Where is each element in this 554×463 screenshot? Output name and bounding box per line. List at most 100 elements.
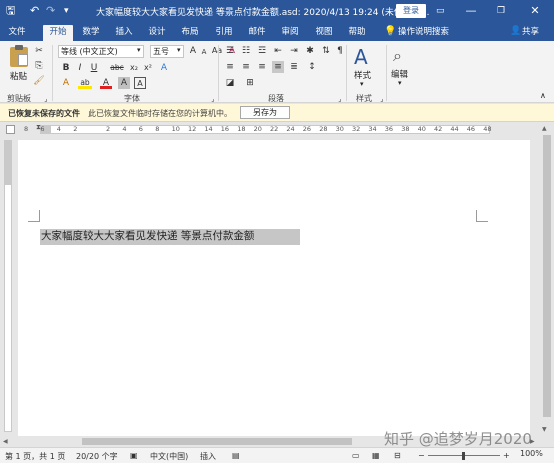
line-spacing-icon[interactable]: ↕ [306, 61, 318, 73]
multilevel-list-icon[interactable]: ☲ [256, 45, 268, 57]
tab-view[interactable]: 视图 [311, 25, 337, 41]
decrease-indent-icon[interactable]: ⇤ [272, 45, 284, 57]
align-left-icon[interactable]: ≡ [224, 61, 236, 73]
redo-icon[interactable]: ↷ [46, 4, 55, 18]
copy-icon[interactable]: ⎘ [33, 60, 45, 72]
paste-button-label[interactable]: 粘贴 [10, 70, 27, 82]
minimize-button[interactable]: — [460, 3, 482, 19]
subscript-button[interactable]: x₂ [128, 62, 140, 74]
tab-help[interactable]: 帮助 [344, 25, 370, 41]
distribute-icon[interactable]: ≣ [288, 61, 300, 73]
tab-math[interactable]: 数学 [78, 25, 104, 41]
margin-corner-top-right [476, 210, 488, 222]
bullets-icon[interactable]: ☰ [224, 45, 236, 57]
horizontal-ruler[interactable]: 8 6 4 2 2 4 6 8 10 12 14 16 18 20 22 24 26 28 30 32 34 36 38 40… [0, 123, 554, 136]
language-indicator[interactable]: 中文(中国) [150, 451, 188, 462]
ruler-mark: 30 [335, 125, 344, 133]
scroll-down-icon[interactable]: ▼ [542, 426, 547, 433]
italic-button[interactable]: I [74, 62, 86, 74]
zoom-slider-thumb[interactable] [462, 452, 465, 460]
increase-indent-icon[interactable]: ⇥ [288, 45, 300, 57]
underline-button[interactable]: U [88, 62, 100, 74]
print-layout-icon[interactable]: ▦ [372, 451, 380, 460]
ruler-mark: 40 [417, 125, 426, 133]
macro-icon[interactable]: ▤ [232, 451, 240, 460]
tab-layout[interactable]: 布局 [177, 25, 203, 41]
tell-me-search[interactable]: 操作说明搜索 [398, 25, 452, 41]
text-effects-icon[interactable]: A [60, 77, 72, 89]
align-center-icon[interactable]: ≡ [240, 61, 252, 73]
paragraph-group-label: 段落 [268, 94, 284, 103]
scroll-left-icon[interactable]: ◀ [3, 438, 8, 445]
align-right-icon[interactable]: ≡ [256, 61, 268, 73]
undo-icon[interactable]: ↶ [30, 4, 39, 18]
justify-icon[interactable]: ≡ [272, 61, 284, 73]
login-button[interactable]: 登录 [396, 4, 426, 18]
ruler-mark: 4 [56, 125, 61, 133]
insert-mode[interactable]: 插入 [200, 451, 216, 462]
shading-icon[interactable]: ◪ [224, 77, 236, 89]
save-icon[interactable]: 🖫 [6, 4, 15, 18]
proofing-icon[interactable]: ▣ [130, 451, 138, 460]
tab-insert[interactable]: 插入 [111, 25, 137, 41]
styles-icon[interactable]: A [354, 46, 368, 68]
find-icon[interactable]: ⌕ [393, 47, 402, 65]
shrink-font-icon[interactable]: A [198, 46, 210, 58]
info-bar-title: 已恢复未保存的文件 [8, 109, 80, 118]
change-case-icon[interactable]: Aa [210, 45, 224, 57]
document-title: 大家幅度较大大家看见发快递 等景点付款金额.asd: 2020/4/13 19:… [96, 8, 430, 18]
character-border-button[interactable]: A [134, 77, 146, 89]
page-count[interactable]: 第 1 页，共 1 页 [5, 451, 65, 462]
cut-icon[interactable]: ✂ [33, 45, 45, 57]
highlight-color-button[interactable]: ab [78, 77, 92, 89]
chevron-down-icon[interactable]: ▾ [137, 46, 141, 54]
chevron-down-icon[interactable]: ▾ [398, 79, 402, 87]
bold-button[interactable]: B [60, 62, 72, 74]
font-color-button[interactable]: A [100, 77, 112, 89]
tab-mailings[interactable]: 邮件 [244, 25, 270, 41]
chinese-layout-icon[interactable]: ✱ [304, 45, 316, 57]
selected-document-text[interactable]: 大家幅度较大大家看见发快递 等景点付款金额 [40, 229, 300, 245]
vertical-scroll-thumb[interactable] [543, 135, 551, 417]
save-as-button[interactable]: 另存为 [240, 106, 290, 119]
numbering-icon[interactable]: ☷ [240, 45, 252, 57]
indent-marker-icon[interactable]: ⧗ [36, 123, 41, 132]
close-button[interactable]: ✕ [524, 3, 546, 19]
superscript-button[interactable]: x² [142, 62, 154, 74]
ruler-mark: 48 [483, 125, 492, 133]
tab-references[interactable]: 引用 [211, 25, 237, 41]
chevron-down-icon[interactable]: ▾ [177, 46, 181, 54]
web-layout-icon[interactable]: ⊟ [394, 451, 401, 460]
ruler-mark: 26 [302, 125, 312, 133]
word-count[interactable]: 20/20 个字 [76, 451, 118, 462]
tab-review[interactable]: 审阅 [277, 25, 303, 41]
zoom-level[interactable]: 100% [520, 449, 543, 458]
document-page[interactable]: 大家幅度较大大家看见发快递 等景点付款金额 [18, 140, 530, 436]
scroll-up-icon[interactable]: ▲ [542, 125, 547, 132]
sort-icon[interactable]: ⇅ [320, 45, 332, 57]
paste-icon[interactable] [10, 45, 28, 67]
tab-design[interactable]: 设计 [144, 25, 170, 41]
strikethrough-button[interactable]: abc [108, 62, 126, 74]
horizontal-scroll-thumb[interactable] [82, 438, 352, 445]
text-effects-button[interactable]: A [158, 62, 170, 74]
chevron-down-icon[interactable]: ▾ [360, 80, 364, 88]
ruler-mark: 6 [138, 125, 143, 133]
collapse-ribbon-icon[interactable]: ∧ [540, 91, 546, 100]
share-button[interactable]: 共享 [522, 25, 548, 41]
format-painter-icon[interactable]: 🖌 [33, 75, 45, 87]
ruler-mark: 6 [40, 125, 45, 133]
restore-button[interactable]: ❐ [490, 3, 512, 19]
tab-file[interactable]: 文件 [4, 25, 30, 41]
zoom-in-icon[interactable]: + [503, 451, 510, 460]
character-shading-button[interactable]: A [118, 77, 130, 89]
margin-corner-top-left [28, 210, 40, 222]
font-name-combo[interactable]: 等线 (中文正文) [58, 45, 144, 58]
borders-icon[interactable]: ⊞ [244, 77, 256, 89]
customize-qat-icon[interactable]: ▾ [64, 4, 69, 18]
read-mode-icon[interactable]: ▭ [352, 451, 360, 460]
tab-home[interactable]: 开始 [43, 25, 73, 41]
zoom-out-icon[interactable]: − [418, 451, 425, 460]
ribbon-display-options-icon[interactable]: ▭ [436, 4, 445, 18]
show-marks-icon[interactable]: ¶ [334, 45, 346, 57]
